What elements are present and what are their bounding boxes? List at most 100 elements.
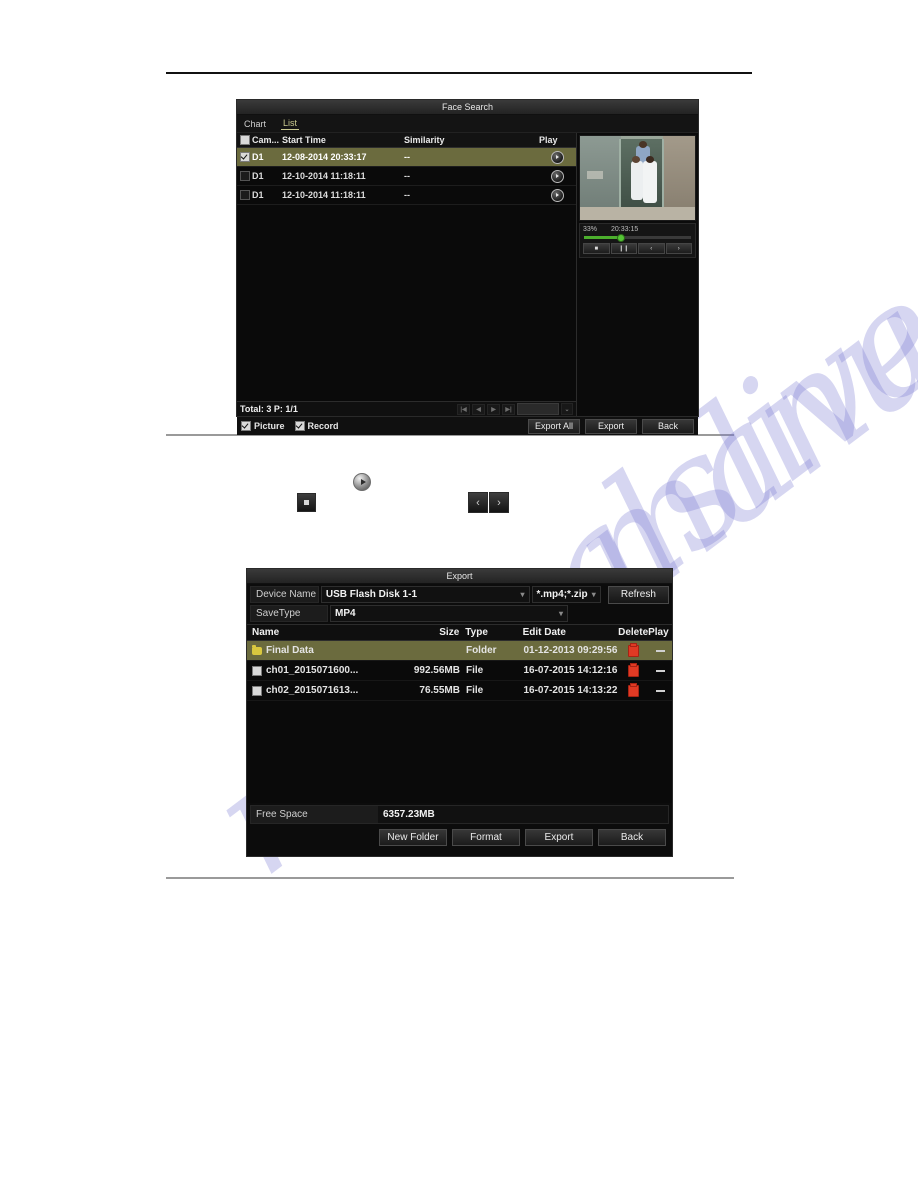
file-delete-cell[interactable] [619,662,648,677]
row-camera-cell: D1 [237,152,282,162]
free-space-label: Free Space [251,806,378,823]
row-play-cell[interactable] [539,188,575,202]
refresh-button[interactable]: Refresh [607,585,669,604]
file-filter-select[interactable]: *.mp4;*.zip ▾ [531,586,601,603]
header-camera: Cam... [237,135,282,145]
preview-person-right [643,161,658,204]
export-title: Export [446,571,473,581]
export-button[interactable]: Export [525,829,593,846]
face-search-buttons: Export All Export Back [528,418,694,434]
export-titlebar: Export [247,569,672,584]
pagination-next-button[interactable]: ▶ [487,403,500,415]
row-similarity: -- [404,152,410,162]
new-folder-button[interactable]: New Folder [379,829,447,846]
play-icon[interactable] [550,188,564,202]
chevron-down-icon: ▾ [520,590,525,599]
row-camera-label: D1 [252,152,264,162]
export-button[interactable]: Export [585,418,637,434]
preview-ground [580,206,695,220]
results-status-bar: Total: 3 P: 1/1 |◀ ◀ ▶ ▶| ⌄ [237,401,576,416]
header-similarity: Similarity [404,135,445,145]
tab-list[interactable]: List [281,117,300,130]
picture-checkbox[interactable] [241,421,251,431]
playback-progress-slider[interactable] [584,234,691,242]
save-type-select[interactable]: MP4 ▾ [330,605,568,622]
header-play: Play [648,627,669,638]
play-icon[interactable] [550,169,564,183]
file-play-cell [648,649,672,652]
record-checkbox-group[interactable]: Record [294,421,339,431]
trash-icon[interactable] [628,662,640,677]
format-button[interactable]: Format [452,829,520,846]
header-edit-date: Edit Date [522,627,566,638]
header-name: Name [252,627,280,638]
file-checkbox[interactable] [252,685,262,696]
back-button[interactable]: Back [642,418,694,434]
pause-icon[interactable]: ❙❙ [610,243,637,254]
device-name-select[interactable]: USB Flash Disk 1-1 ▾ [320,586,530,603]
playback-progress-handle[interactable] [617,234,626,242]
table-row[interactable]: D1 12-08-2014 20:33:17 -- [237,148,576,167]
pagination-prev-button[interactable]: ◀ [472,403,485,415]
pagination-first-button[interactable]: |◀ [457,403,470,415]
face-search-results-panel: Cam... Start Time Similarity Play D1 12-… [237,133,577,416]
header-play: Play [539,135,558,145]
play-icon[interactable] [550,150,564,164]
tab-chart[interactable]: Chart [242,118,268,130]
playback-timestamp: 20:33:15 [611,226,639,233]
row-start-time: 12-10-2014 11:18:11 [282,190,366,200]
record-label: Record [307,421,339,431]
chevron-down-icon[interactable]: ⌄ [561,403,573,415]
select-all-checkbox[interactable] [240,135,250,145]
back-button[interactable]: Back [598,829,666,846]
stop-icon [297,493,316,512]
row-camera-label: D1 [252,190,264,200]
dash-icon [655,649,665,652]
next-frame-icon[interactable]: › [665,243,692,254]
row-checkbox[interactable] [240,190,250,200]
device-name-row: Device Name USB Flash Disk 1-1 ▾ *.mp4;*… [250,585,669,604]
page-rule-bottom [166,877,734,879]
file-name-cell: ch02_2015071613... [247,685,401,696]
export-dialog-footer: New Folder Format Export Back [247,826,672,846]
header-size: Size [439,627,460,638]
row-checkbox[interactable] [240,152,250,162]
record-checkbox[interactable] [294,421,305,431]
table-row[interactable]: D1 12-10-2014 11:18:11 -- [237,186,576,205]
pagination-last-button[interactable]: ▶| [502,403,515,415]
row-play-cell[interactable] [539,150,575,164]
file-delete-cell[interactable] [619,682,648,697]
table-row[interactable]: D1 12-10-2014 11:18:11 -- [237,167,576,186]
header-type: Type [465,627,488,638]
chevron-down-icon: ▾ [558,609,563,618]
file-type: File [465,685,484,696]
preview-sign [586,171,603,179]
pagination-page-input[interactable] [517,403,559,415]
row-checkbox[interactable] [240,171,250,181]
file-delete-cell[interactable] [619,642,648,657]
export-all-button[interactable]: Export All [528,418,580,434]
file-table-header: Name Size Type Edit Date Delete Play [247,624,672,641]
prev-frame-icon[interactable]: ‹ [638,243,665,254]
table-row[interactable]: ch02_2015071613... 76.55MB File 16-07-20… [247,681,672,701]
dash-icon [655,689,665,692]
trash-icon[interactable] [628,642,640,657]
row-camera-cell: D1 [237,190,282,200]
header-camera-label: Cam... [252,135,280,145]
video-preview[interactable] [579,135,696,221]
save-type-label: SaveType [250,605,328,622]
file-type: File [465,665,484,676]
row-play-cell[interactable] [539,169,575,183]
save-type-row: SaveType MP4 ▾ [250,605,669,622]
results-table-header: Cam... Start Time Similarity Play [237,133,576,148]
picture-checkbox-group[interactable]: Picture [241,421,285,431]
device-name-label: Device Name [250,586,319,603]
table-row[interactable]: ch01_2015071600... 992.56MB File 16-07-2… [247,661,672,681]
file-filter-value: *.mp4;*.zip [536,589,588,600]
table-row[interactable]: Final Data Folder 01-12-2013 09:29:56 [247,641,672,661]
playback-buttons: ■ ❙❙ ‹ › [583,243,692,254]
file-checkbox[interactable] [252,665,262,676]
preview-person-right-head [645,156,654,163]
stop-icon[interactable]: ■ [583,243,610,254]
trash-icon[interactable] [628,682,640,697]
